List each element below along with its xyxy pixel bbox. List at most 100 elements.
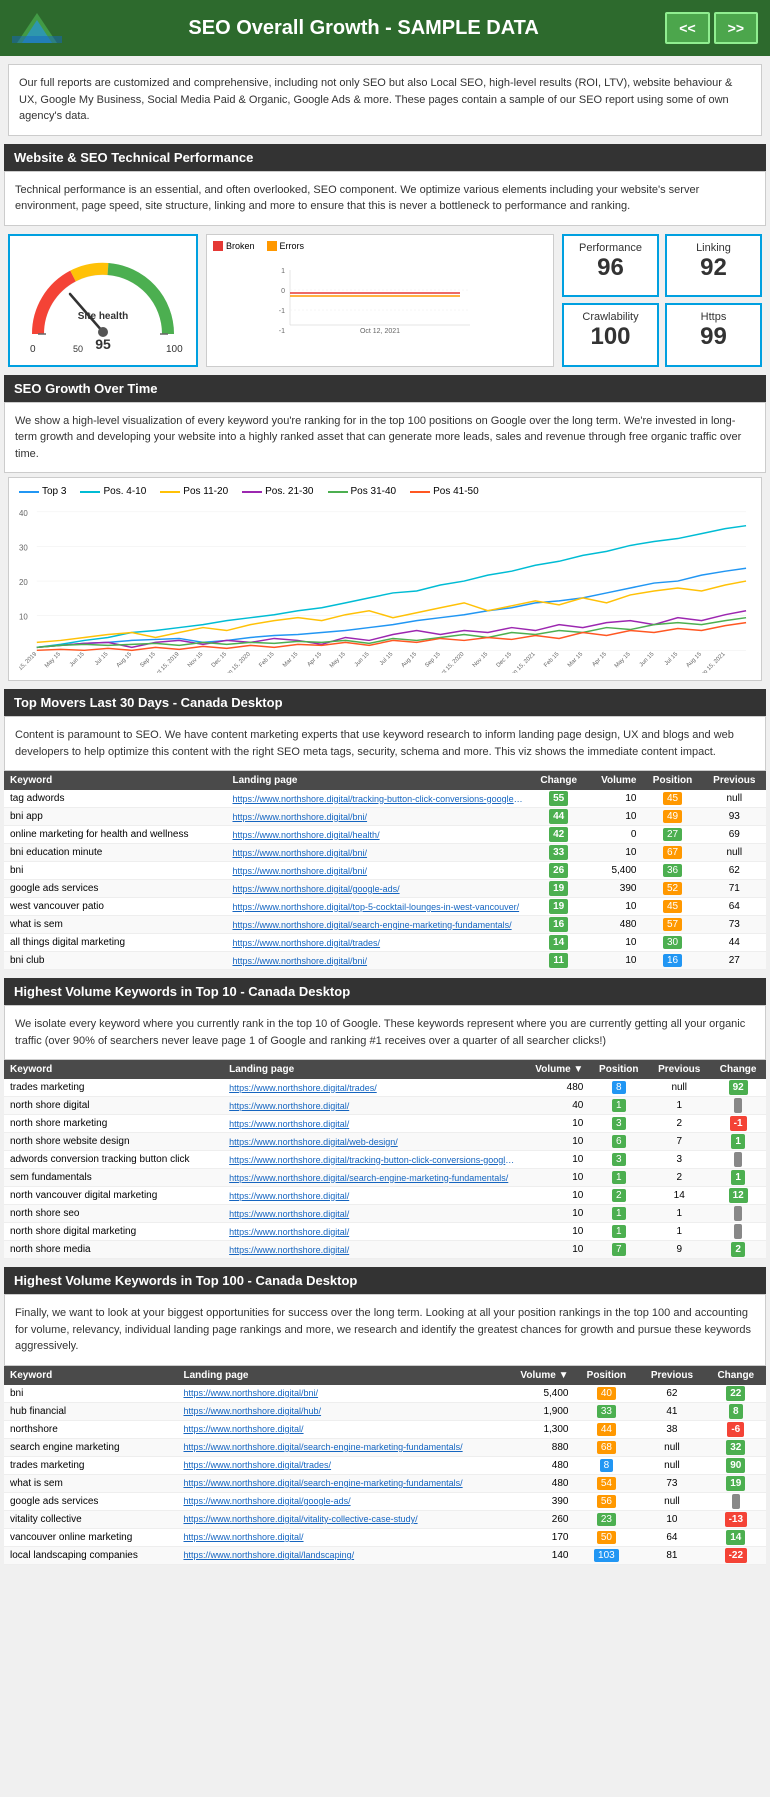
position-cell: 50 [574,1528,638,1546]
crawlability-value: 100 [568,323,653,351]
url-cell[interactable]: https://www.northshore.digital/trades/ [177,1456,500,1474]
top-movers-table: Keyword Landing page Change Volume Posit… [4,771,766,970]
position-cell: 56 [574,1492,638,1510]
mini-chart-svg: 1 0 -1 Oct 12, 2021 -1 [213,255,547,335]
url-cell[interactable]: https://www.northshore.digital/vitality-… [177,1510,500,1528]
technical-description: Technical performance is an essential, a… [4,171,766,226]
svg-text:Jan 15, 2020: Jan 15, 2020 [223,651,252,673]
legend-broken: Broken [213,241,255,251]
volume-cell: 10 [521,1241,590,1259]
url-cell[interactable]: https://www.northshore.digital/bni/ [226,862,530,880]
url-cell[interactable]: https://www.northshore.digital/landscapi… [177,1546,500,1564]
volume-cell: 0 [587,826,642,844]
svg-text:Feb 15: Feb 15 [258,651,276,669]
url-cell[interactable]: https://www.northshore.digital/bni/ [177,1385,500,1403]
previous-cell: 81 [638,1546,705,1564]
position-cell: 23 [574,1510,638,1528]
previous-cell: 93 [703,808,766,826]
previous-cell: 1 [648,1097,710,1115]
technical-section-header: Website & SEO Technical Performance [4,144,766,171]
col-change: Change [530,771,587,790]
svg-text:Nov 15: Nov 15 [472,651,490,669]
change-cell: 19 [706,1474,766,1492]
url-cell[interactable]: https://www.northshore.digital/google-ad… [226,880,530,898]
change-cell [710,1205,766,1223]
volume-cell: 480 [500,1456,575,1474]
table-row: north vancouver digital marketing https:… [4,1187,766,1205]
volume-cell: 40 [521,1097,590,1115]
svg-text:Aug 15: Aug 15 [401,651,419,669]
previous-cell: 41 [638,1402,705,1420]
url-cell[interactable]: https://www.northshore.digital/ [223,1115,520,1133]
position-cell: 68 [574,1438,638,1456]
pos4-10-icon [80,491,100,493]
next-button[interactable]: >> [714,12,758,44]
url-cell[interactable]: https://www.northshore.digital/hub/ [177,1402,500,1420]
url-cell[interactable]: https://www.northshore.digital/tracking-… [223,1151,520,1169]
change-cell [710,1097,766,1115]
url-cell[interactable]: https://www.northshore.digital/ [223,1097,520,1115]
pos31-40-icon [328,491,348,493]
position-cell: 33 [574,1402,638,1420]
change-cell: -1 [710,1115,766,1133]
url-cell[interactable]: https://www.northshore.digital/health/ [226,826,530,844]
url-cell[interactable]: https://www.northshore.digital/ [223,1187,520,1205]
volume-cell: 10 [587,808,642,826]
url-cell[interactable]: https://www.northshore.digital/search-en… [226,916,530,934]
url-cell[interactable]: https://www.northshore.digital/tracking-… [226,790,530,808]
volume-cell: 10 [587,934,642,952]
volume-cell: 390 [587,880,642,898]
svg-text:20: 20 [19,578,28,587]
change-cell [706,1492,766,1510]
position-cell: 3 [589,1151,648,1169]
svg-text:40: 40 [19,509,28,518]
table-row: north shore website design https://www.n… [4,1133,766,1151]
keyword-cell: vitality collective [4,1510,177,1528]
url-cell[interactable]: https://www.northshore.digital/bni/ [226,844,530,862]
url-cell[interactable]: https://www.northshore.digital/ [223,1241,520,1259]
url-cell[interactable]: https://www.northshore.digital/search-en… [177,1438,500,1456]
svg-text:Apr 15, 2019: Apr 15, 2019 [19,651,39,673]
url-cell[interactable]: https://www.northshore.digital/trades/ [223,1079,520,1097]
intro-text-box: Our full reports are customized and comp… [8,64,762,136]
previous-cell: 69 [703,826,766,844]
top-movers-header: Top Movers Last 30 Days - Canada Desktop [4,689,766,716]
keyword-cell: bni [4,1385,177,1403]
position-cell: 44 [574,1420,638,1438]
performance-card: Performance 96 [562,234,659,298]
previous-cell: 1 [648,1205,710,1223]
url-cell[interactable]: https://www.northshore.digital/web-desig… [223,1133,520,1151]
svg-text:Jul 15: Jul 15 [379,651,395,667]
url-cell[interactable]: https://www.northshore.digital/ [223,1223,520,1241]
t10-col-position: Position [589,1060,648,1079]
volume-cell: 10 [587,790,642,808]
t100-col-previous: Previous [638,1366,705,1385]
t100-col-volume: Volume ▼ [500,1366,575,1385]
url-cell[interactable]: https://www.northshore.digital/bni/ [226,808,530,826]
keyword-cell: north shore website design [4,1133,223,1151]
url-cell[interactable]: https://www.northshore.digital/trades/ [226,934,530,952]
change-cell: -6 [706,1420,766,1438]
keyword-cell: north shore marketing [4,1115,223,1133]
url-cell[interactable]: https://www.northshore.digital/ [177,1528,500,1546]
top100-table: Keyword Landing page Volume ▼ Position P… [4,1366,766,1565]
page-header: SEO Overall Growth - SAMPLE DATA << >> [0,0,770,56]
url-cell[interactable]: https://www.northshore.digital/bni/ [226,952,530,970]
url-cell[interactable]: https://www.northshore.digital/ [177,1420,500,1438]
url-cell[interactable]: https://www.northshore.digital/top-5-coc… [226,898,530,916]
position-cell: 45 [642,898,702,916]
table-row: vancouver online marketing https://www.n… [4,1528,766,1546]
growth-line-chart: 40 30 20 10 Apr 15, 2019 [19,503,751,673]
pos41-50-icon [410,491,430,493]
growth-chart-legend: Top 3 Pos. 4-10 Pos 11-20 Pos. 21-30 Pos… [19,486,751,497]
svg-text:Sep 15: Sep 15 [424,651,442,669]
volume-cell: 10 [521,1205,590,1223]
position-cell: 1 [589,1223,648,1241]
url-cell[interactable]: https://www.northshore.digital/ [223,1205,520,1223]
prev-button[interactable]: << [665,12,709,44]
url-cell[interactable]: https://www.northshore.digital/search-en… [177,1474,500,1492]
url-cell[interactable]: https://www.northshore.digital/google-ad… [177,1492,500,1510]
svg-text:95: 95 [95,336,111,352]
url-cell[interactable]: https://www.northshore.digital/search-en… [223,1169,520,1187]
previous-cell: 1 [648,1223,710,1241]
